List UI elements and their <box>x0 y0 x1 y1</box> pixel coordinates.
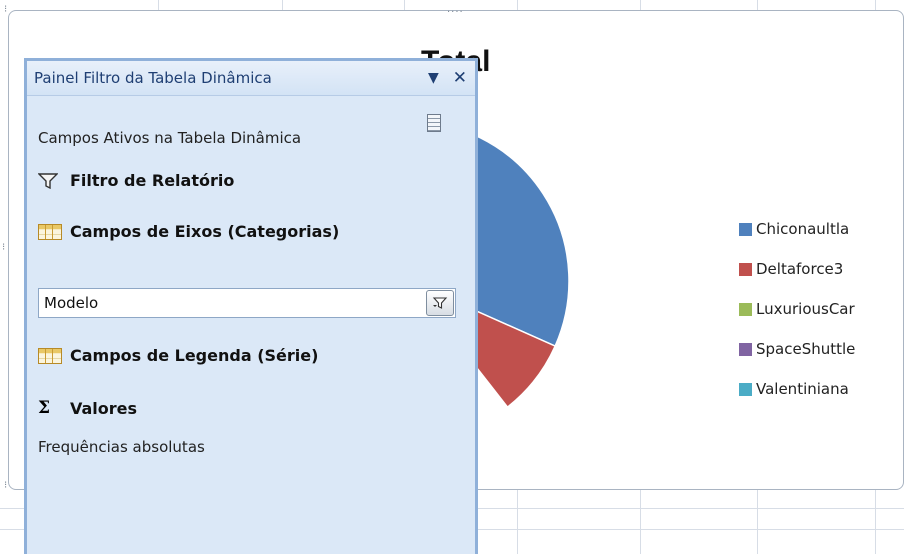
table-grid-icon <box>38 347 70 364</box>
legend-swatch <box>739 342 752 356</box>
section-axis-fields: Campos de Eixos (Categorias) <box>38 222 339 241</box>
funnel-icon <box>38 172 70 189</box>
legend-swatch <box>739 262 752 276</box>
legend-item[interactable]: LuxuriousCar <box>739 289 855 329</box>
pane-title: Painel Filtro da Tabela Dinâmica <box>34 69 272 87</box>
legend-label: Deltaforce3 <box>756 260 844 278</box>
legend-item[interactable]: SpaceShuttle <box>739 329 855 369</box>
legend-label: Valentiniana <box>756 380 849 398</box>
legend-item[interactable]: Valentiniana <box>739 369 855 409</box>
legend-swatch <box>739 302 752 316</box>
section-legend-fields: Campos de Legenda (Série) <box>38 346 318 365</box>
values-item[interactable]: Frequências absolutas <box>38 438 205 456</box>
sigma-icon: Σ <box>38 398 51 418</box>
chevron-down-icon[interactable]: ▼ <box>428 70 439 86</box>
pane-header: Painel Filtro da Tabela Dinâmica ▼ ✕ <box>27 61 475 96</box>
table-grid-icon <box>38 223 70 240</box>
section-label: Filtro de Relatório <box>70 171 235 190</box>
resize-handle-corner[interactable]: ⁝ <box>4 481 8 491</box>
chart-legend[interactable]: Chiconaultla Deltaforce3 LuxuriousCar Space… <box>739 209 855 409</box>
legend-item[interactable]: Chiconaultla <box>739 209 855 249</box>
active-fields-label: Campos Ativos na Tabela Dinâmica <box>38 129 302 147</box>
legend-label: LuxuriousCar <box>756 300 855 318</box>
section-label: Valores <box>70 398 138 418</box>
axis-field-value: Modelo <box>44 294 99 312</box>
legend-label: Chiconaultla <box>756 220 850 238</box>
legend-label: SpaceShuttle <box>756 340 856 358</box>
section-values: Σ Valores <box>38 398 137 418</box>
axis-field-select[interactable]: Modelo <box>38 288 456 318</box>
section-report-filter: Filtro de Relatório <box>38 171 234 190</box>
filter-dropdown-icon[interactable] <box>426 290 454 316</box>
field-list-icon[interactable] <box>427 114 441 132</box>
close-icon[interactable]: ✕ <box>453 68 467 88</box>
resize-handle-corner[interactable]: ⁝ <box>4 5 8 15</box>
section-label: Campos de Legenda (Série) <box>70 346 319 365</box>
legend-swatch <box>739 382 752 396</box>
pivot-filter-pane[interactable]: Painel Filtro da Tabela Dinâmica ▼ ✕ Cam… <box>24 58 478 554</box>
resize-handle-left[interactable]: ⁝ <box>2 243 6 253</box>
section-label: Campos de Eixos (Categorias) <box>70 222 340 241</box>
legend-item[interactable]: Deltaforce3 <box>739 249 855 289</box>
legend-swatch <box>739 222 752 236</box>
